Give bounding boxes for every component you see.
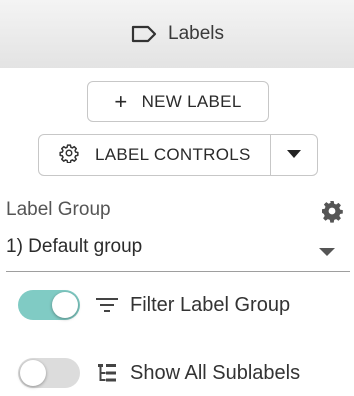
gear-icon	[59, 143, 79, 168]
plus-icon: +	[114, 88, 128, 114]
label-controls-split-button: LABEL CONTROLS	[38, 134, 318, 176]
selected-group-value: 1) Default group	[6, 236, 143, 257]
toggle-knob	[20, 360, 46, 386]
panel-title: Labels	[168, 23, 224, 44]
label-controls-text: LABEL CONTROLS	[95, 145, 251, 164]
caret-down-icon	[318, 244, 336, 262]
show-all-sublabels-label: Show All Sublabels	[130, 361, 301, 384]
filter-label-group-label: Filter Label Group	[130, 293, 291, 316]
label-group-heading: Label Group	[6, 199, 111, 220]
label-group-select[interactable]: 1) Default group	[6, 230, 350, 272]
caret-down-icon	[286, 146, 302, 164]
toggle-knob	[52, 292, 78, 318]
show-all-sublabels-toggle[interactable]	[18, 358, 80, 388]
group-settings-gear-icon[interactable]	[320, 199, 344, 228]
filter-label-group-toggle[interactable]	[18, 290, 80, 320]
panel-header: Labels	[0, 0, 354, 68]
label-tag-icon	[130, 24, 158, 44]
filter-label-group-row: Filter Label Group	[18, 289, 290, 321]
label-controls-button[interactable]: LABEL CONTROLS	[39, 135, 271, 175]
hierarchy-icon	[94, 361, 120, 385]
filter-icon	[94, 296, 120, 314]
label-controls-dropdown-toggle[interactable]	[271, 135, 317, 175]
new-label-button[interactable]: + NEW LABEL	[87, 81, 269, 122]
show-all-sublabels-row: Show All Sublabels	[18, 357, 300, 389]
new-label-text: NEW LABEL	[141, 91, 242, 111]
